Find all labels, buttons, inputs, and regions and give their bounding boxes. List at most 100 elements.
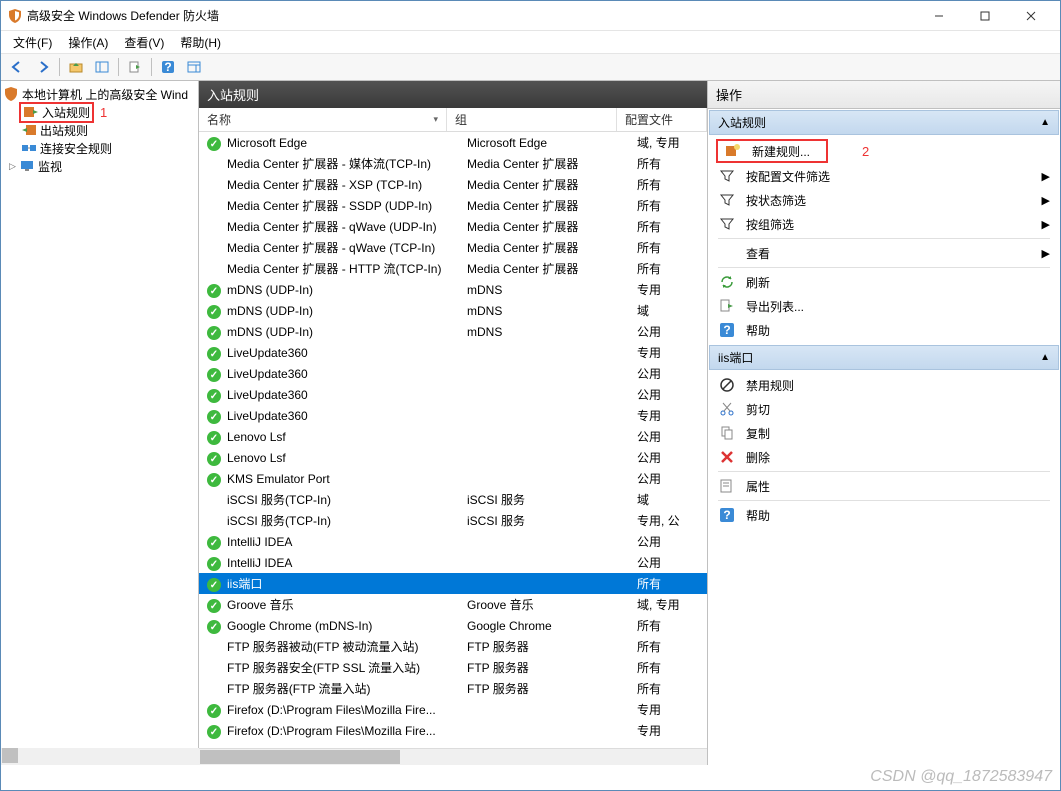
tree-root-label: 本地计算机 上的高级安全 Wind xyxy=(22,86,188,103)
action-filter-profile[interactable]: 按配置文件筛选 ▶ xyxy=(712,164,1056,188)
rule-group: Media Center 扩展器 xyxy=(467,155,637,172)
col-group[interactable]: 组 xyxy=(447,108,617,131)
action-label: 复制 xyxy=(746,425,770,442)
rule-group: Media Center 扩展器 xyxy=(467,239,637,256)
export-button[interactable] xyxy=(123,56,147,78)
help-icon: ? xyxy=(718,506,736,524)
action-export[interactable]: 导出列表... xyxy=(712,294,1056,318)
shield-icon xyxy=(3,86,19,102)
enabled-icon xyxy=(207,136,221,150)
title-bar: 高级安全 Windows Defender 防火墙 xyxy=(1,1,1060,31)
tree-root[interactable]: 本地计算机 上的高级安全 Wind xyxy=(3,85,196,103)
action-filter-state[interactable]: 按状态筛选 ▶ xyxy=(712,188,1056,212)
rule-row[interactable]: FTP 服务器(FTP 流量入站)FTP 服务器所有 xyxy=(199,678,707,699)
rule-row[interactable]: Google Chrome (mDNS-In)Google Chrome所有 xyxy=(199,615,707,636)
menu-action[interactable]: 操作(A) xyxy=(62,32,114,53)
rule-row[interactable]: Lenovo Lsf公用 xyxy=(199,447,707,468)
rule-row[interactable]: Media Center 扩展器 - 媒体流(TCP-In)Media Cent… xyxy=(199,153,707,174)
rule-row[interactable]: mDNS (UDP-In)mDNS公用 xyxy=(199,321,707,342)
rule-row[interactable]: LiveUpdate360公用 xyxy=(199,384,707,405)
enabled-icon xyxy=(207,472,221,486)
rule-row[interactable]: IntelliJ IDEA公用 xyxy=(199,552,707,573)
chevron-right-icon: ▶ xyxy=(1042,194,1050,207)
rule-row[interactable]: KMS Emulator Port公用 xyxy=(199,468,707,489)
rule-row[interactable]: Media Center 扩展器 - HTTP 流(TCP-In)Media C… xyxy=(199,258,707,279)
rule-row[interactable]: mDNS (UDP-In)mDNS专用 xyxy=(199,279,707,300)
rule-row[interactable]: Groove 音乐Groove 音乐域, 专用 xyxy=(199,594,707,615)
rule-row[interactable]: Media Center 扩展器 - SSDP (UDP-In)Media Ce… xyxy=(199,195,707,216)
action-help-2[interactable]: ? 帮助 xyxy=(712,503,1056,527)
window-title: 高级安全 Windows Defender 防火墙 xyxy=(27,7,916,24)
enabled-icon xyxy=(207,388,221,402)
enabled-icon xyxy=(207,598,221,612)
blank-icon xyxy=(718,244,736,262)
rule-profile: 专用, 公 xyxy=(637,512,707,529)
filter-icon xyxy=(718,191,736,209)
actions-section-selected[interactable]: iis端口 ▲ xyxy=(709,345,1059,370)
menu-file[interactable]: 文件(F) xyxy=(7,32,58,53)
layout-button[interactable] xyxy=(182,56,206,78)
action-filter-group[interactable]: 按组筛选 ▶ xyxy=(712,212,1056,236)
rule-row[interactable]: Microsoft EdgeMicrosoft Edge域, 专用 xyxy=(199,132,707,153)
close-button[interactable] xyxy=(1008,1,1054,31)
rule-row[interactable]: iSCSI 服务(TCP-In)iSCSI 服务专用, 公 xyxy=(199,510,707,531)
action-cut[interactable]: 剪切 xyxy=(712,397,1056,421)
collapse-icon: ▲ xyxy=(1040,117,1050,128)
rule-row[interactable]: LiveUpdate360专用 xyxy=(199,405,707,426)
rule-row[interactable]: iis端口所有 xyxy=(199,573,707,594)
help-button[interactable]: ? xyxy=(156,56,180,78)
rule-row[interactable]: FTP 服务器被动(FTP 被动流量入站)FTP 服务器所有 xyxy=(199,636,707,657)
rule-row[interactable]: LiveUpdate360公用 xyxy=(199,363,707,384)
action-view[interactable]: 查看 ▶ xyxy=(712,241,1056,265)
action-label: 刷新 xyxy=(746,274,770,291)
tree-scrollbar[interactable] xyxy=(1,748,199,765)
action-help[interactable]: ? 帮助 xyxy=(712,318,1056,342)
tree-item-outbound[interactable]: 出站规则 xyxy=(3,121,196,139)
back-button[interactable] xyxy=(5,56,29,78)
tree-item-monitor[interactable]: ▷ 监视 xyxy=(3,157,196,175)
action-properties[interactable]: 属性 xyxy=(712,474,1056,498)
refresh-icon xyxy=(718,273,736,291)
col-name[interactable]: 名称▾ xyxy=(199,108,447,131)
rule-name: LiveUpdate360 xyxy=(227,409,467,423)
col-profile[interactable]: 配置文件 xyxy=(617,108,707,131)
rule-row[interactable]: iSCSI 服务(TCP-In)iSCSI 服务域 xyxy=(199,489,707,510)
action-label: 禁用规则 xyxy=(746,377,794,394)
svg-text:?: ? xyxy=(164,60,171,74)
action-delete[interactable]: 删除 xyxy=(712,445,1056,469)
action-new-rule[interactable]: 新建规则... xyxy=(716,139,828,163)
rule-row[interactable]: Firefox (D:\Program Files\Mozilla Fire..… xyxy=(199,720,707,741)
action-disable-rule[interactable]: 禁用规则 xyxy=(712,373,1056,397)
actions-section-inbound[interactable]: 入站规则 ▲ xyxy=(709,110,1059,135)
show-hide-tree-button[interactable] xyxy=(90,56,114,78)
tree-item-inbound[interactable]: 入站规则 1 xyxy=(3,103,196,121)
rule-name: mDNS (UDP-In) xyxy=(227,283,467,297)
rule-name: iSCSI 服务(TCP-In) xyxy=(227,491,467,508)
rule-row[interactable]: FTP 服务器安全(FTP SSL 流量入站)FTP 服务器所有 xyxy=(199,657,707,678)
action-refresh[interactable]: 刷新 xyxy=(712,270,1056,294)
rule-row[interactable]: mDNS (UDP-In)mDNS域 xyxy=(199,300,707,321)
horizontal-scrollbar[interactable] xyxy=(199,748,707,765)
section-label: 入站规则 xyxy=(718,114,766,131)
rule-row[interactable]: Media Center 扩展器 - qWave (UDP-In)Media C… xyxy=(199,216,707,237)
rule-row[interactable]: IntelliJ IDEA公用 xyxy=(199,531,707,552)
rule-row[interactable]: Media Center 扩展器 - XSP (TCP-In)Media Cen… xyxy=(199,174,707,195)
maximize-button[interactable] xyxy=(962,1,1008,31)
tree-item-connsec[interactable]: 连接安全规则 xyxy=(3,139,196,157)
up-folder-button[interactable] xyxy=(64,56,88,78)
rule-name: Media Center 扩展器 - SSDP (UDP-In) xyxy=(227,197,467,214)
rule-row[interactable]: LiveUpdate360专用 xyxy=(199,342,707,363)
rule-group: mDNS xyxy=(467,283,637,297)
forward-button[interactable] xyxy=(31,56,55,78)
rule-row[interactable]: Lenovo Lsf公用 xyxy=(199,426,707,447)
action-copy[interactable]: 复制 xyxy=(712,421,1056,445)
filter-icon xyxy=(718,167,736,185)
menu-view[interactable]: 查看(V) xyxy=(118,32,170,53)
rule-name: Firefox (D:\Program Files\Mozilla Fire..… xyxy=(227,724,467,738)
rule-row[interactable]: Firefox (D:\Program Files\Mozilla Fire..… xyxy=(199,699,707,720)
rule-row[interactable]: Media Center 扩展器 - qWave (TCP-In)Media C… xyxy=(199,237,707,258)
minimize-button[interactable] xyxy=(916,1,962,31)
menu-help[interactable]: 帮助(H) xyxy=(174,32,227,53)
action-label: 按组筛选 xyxy=(746,216,794,233)
action-label: 导出列表... xyxy=(746,298,804,315)
